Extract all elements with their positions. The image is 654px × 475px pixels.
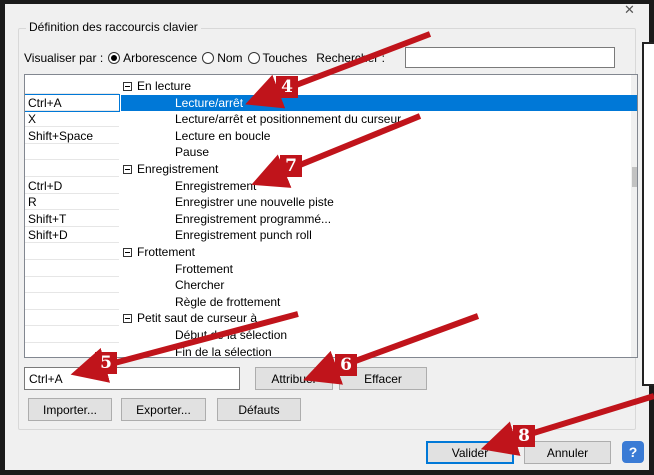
- radio-tree-label[interactable]: Arborescence: [123, 51, 197, 65]
- callout-badge-8: 8: [513, 425, 535, 447]
- tree-row-label: Enregistrement: [175, 178, 257, 193]
- defaults-button[interactable]: Défauts: [217, 398, 301, 421]
- callout-badge-4: 4: [276, 76, 298, 98]
- radio-tree[interactable]: [108, 52, 121, 64]
- tree-action-row[interactable]: Lecture/arrêt: [121, 94, 637, 111]
- tree-row-label: Règle de frottement: [175, 294, 281, 309]
- tree-row-label: En lecture: [137, 79, 192, 93]
- collapse-icon[interactable]: [123, 82, 132, 91]
- tree-row-label: Pause: [175, 145, 210, 160]
- key-cell[interactable]: [25, 277, 119, 294]
- group-title: Définition des raccourcis clavier: [26, 20, 201, 34]
- key-cell[interactable]: [25, 294, 119, 310]
- tree-row-label: Frottement: [137, 245, 196, 259]
- key-cell[interactable]: [25, 78, 119, 94]
- import-button[interactable]: Importer...: [28, 398, 112, 421]
- shortcut-tree-list[interactable]: Ctrl+A X Shift+Space Ctrl+D R Shift+T Shift+D …: [24, 74, 638, 358]
- collapse-icon[interactable]: [123, 165, 132, 174]
- view-by-label: Visualiser par :: [24, 51, 104, 65]
- key-cell[interactable]: Shift+T: [25, 211, 119, 227]
- collapse-icon[interactable]: [123, 248, 132, 257]
- search-input[interactable]: [405, 47, 615, 68]
- tree-category-row[interactable]: Frottement: [121, 244, 637, 260]
- callout-badge-7: 7: [280, 155, 302, 177]
- key-cell[interactable]: Ctrl+A: [25, 93, 120, 112]
- tree-row-label: Enregistrer une nouvelle piste: [175, 195, 334, 210]
- key-cell[interactable]: [25, 310, 119, 327]
- key-cell[interactable]: [25, 161, 119, 177]
- ok-button[interactable]: Valider: [426, 441, 514, 464]
- callout-badge-5: 5: [95, 352, 117, 374]
- close-icon[interactable]: ✕: [624, 2, 635, 18]
- tree-action-row[interactable]: Règle de frottement: [121, 294, 637, 310]
- key-cell[interactable]: [25, 244, 119, 260]
- radio-keys-label[interactable]: Touches: [263, 51, 308, 65]
- cancel-button[interactable]: Annuler: [524, 441, 611, 464]
- tree-action-row[interactable]: Enregistrement punch roll: [121, 227, 637, 243]
- tree-action-row[interactable]: Pause: [121, 144, 637, 160]
- key-cell[interactable]: X: [25, 111, 119, 128]
- tree-category-row[interactable]: En lecture: [121, 78, 637, 94]
- collapse-icon[interactable]: [123, 314, 132, 324]
- tree-row-label: Fin de la sélection: [175, 344, 272, 358]
- tree-row-label: Frottement: [175, 261, 234, 276]
- help-icon[interactable]: ?: [622, 441, 644, 463]
- tree-action-row[interactable]: Début de la sélection: [121, 327, 637, 343]
- tree-row-label: Chercher: [175, 278, 225, 293]
- tree-row-label: Lecture/arrêt: [175, 95, 244, 110]
- tree-row-label: Enregistrement: [137, 162, 219, 176]
- key-cell[interactable]: Ctrl+D: [25, 178, 119, 194]
- tree-row-label: Début de la sélection: [175, 328, 288, 342]
- radio-keys[interactable]: [247, 52, 260, 64]
- assign-button[interactable]: Attribuer: [255, 367, 333, 390]
- tree-category-row[interactable]: Petit saut de curseur à: [121, 310, 637, 326]
- tree-action-row[interactable]: Enregistrement: [121, 178, 637, 194]
- tree-action-row[interactable]: Lecture/arrêt et positionnement du curse…: [121, 111, 637, 127]
- view-by-row: Visualiser par : Arborescence Nom Touche…: [24, 49, 385, 67]
- tree-action-row[interactable]: Enregistrement programmé...: [121, 211, 637, 227]
- shortcut-key-input[interactable]: [24, 367, 240, 390]
- tree-row-label: Lecture en boucle: [175, 128, 271, 143]
- key-cell[interactable]: Shift+D: [25, 227, 119, 244]
- tree-action-row[interactable]: Chercher: [121, 277, 637, 293]
- export-button[interactable]: Exporter...: [121, 398, 206, 421]
- tree-action-row[interactable]: Fin de la sélection: [121, 344, 637, 358]
- key-column: Ctrl+A X Shift+Space Ctrl+D R Shift+T Shift+D: [25, 75, 120, 357]
- tree-action-row[interactable]: Frottement: [121, 261, 637, 277]
- tree-action-row[interactable]: Lecture en boucle: [121, 128, 637, 144]
- background-window-edge: [642, 42, 654, 386]
- tree-row-label: Petit saut de curseur à: [137, 311, 258, 326]
- radio-name[interactable]: [202, 52, 215, 64]
- key-cell[interactable]: [25, 144, 119, 161]
- key-cell[interactable]: [25, 261, 119, 277]
- key-cell[interactable]: [25, 327, 119, 343]
- key-cell[interactable]: R: [25, 194, 119, 211]
- tree-category-row[interactable]: Enregistrement: [121, 161, 637, 177]
- callout-badge-6: 6: [335, 354, 357, 376]
- tree-row-label: Lecture/arrêt et positionnement du curse…: [175, 112, 402, 127]
- radio-name-label[interactable]: Nom: [217, 51, 242, 65]
- tree-row-label: Enregistrement punch roll: [175, 228, 312, 243]
- tree-action-row[interactable]: Enregistrer une nouvelle piste: [121, 194, 637, 210]
- key-cell[interactable]: Shift+Space: [25, 128, 119, 144]
- tree-row-label: Enregistrement programmé...: [175, 211, 332, 226]
- search-label: Rechercher :: [316, 51, 385, 65]
